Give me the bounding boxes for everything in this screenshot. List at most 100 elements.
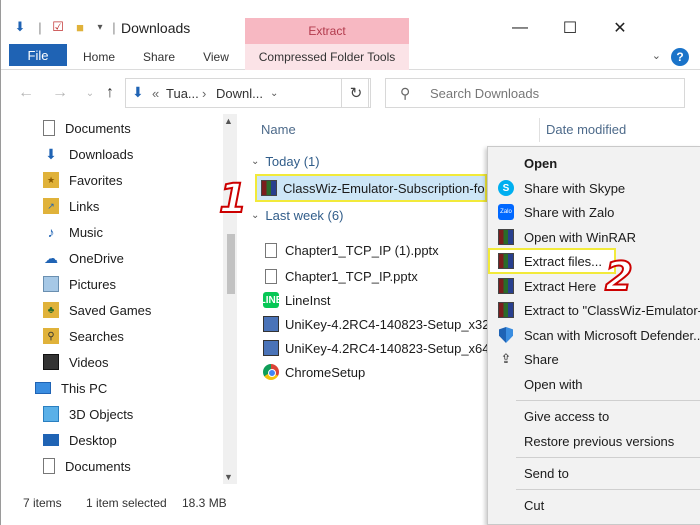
search-placeholder: Search Downloads — [430, 86, 540, 101]
tab-file[interactable]: File — [9, 44, 67, 66]
desktop-icon — [43, 434, 59, 446]
status-selection: 1 item selected — [86, 496, 167, 510]
group-header-last-week[interactable]: ⌄ Last week (6) — [251, 208, 343, 223]
address-field[interactable]: ⬇ « Tua... › Downl... ⌄ — [125, 78, 369, 108]
address-history-chevron-icon[interactable]: ⌄ — [270, 88, 278, 99]
refresh-icon: ↻ — [349, 85, 363, 102]
document-icon — [265, 242, 277, 258]
refresh-button[interactable]: ↻ — [341, 78, 371, 108]
collapse-chevron-icon: ⌄ — [251, 210, 260, 221]
menu-item-scan-defender[interactable]: Scan with Microsoft Defender... — [488, 323, 700, 347]
scroll-down-arrow-icon[interactable]: ▼ — [224, 472, 233, 482]
nav-item-3d-objects[interactable]: 3D Objects — [43, 402, 133, 426]
file-item[interactable]: UniKey-4.2RC4-140823-Setup_x64 — [263, 337, 490, 359]
help-icon[interactable]: ? — [671, 48, 689, 66]
ribbon-expand-chevron-icon[interactable]: ⌄ — [652, 49, 661, 62]
nav-item-this-pc[interactable]: This PC — [35, 376, 107, 400]
menu-item-open-with[interactable]: Open with — [488, 372, 700, 396]
scroll-up-arrow-icon[interactable]: ▲ — [224, 116, 233, 126]
menu-item-extract-to-folder[interactable]: Extract to "ClassWiz-Emulator- — [488, 298, 700, 322]
downloads-location-icon: ⬇ — [132, 84, 144, 100]
tab-home[interactable]: Home — [73, 44, 125, 70]
breadcrumb-user[interactable]: Tua... — [166, 86, 199, 101]
window-title: Downloads — [121, 20, 191, 36]
column-header-name[interactable]: Name — [261, 122, 296, 137]
nav-item-music[interactable]: ♪ Music — [43, 220, 103, 244]
tab-share[interactable]: Share — [133, 44, 185, 70]
contextual-tab-group-label: Extract — [245, 18, 409, 44]
recent-locations-chevron-icon[interactable]: ⌄ — [79, 82, 101, 104]
documents-icon — [43, 120, 55, 136]
tab-compressed-folder-tools[interactable]: Compressed Folder Tools — [245, 44, 409, 70]
nav-scrollbar[interactable] — [223, 114, 237, 484]
nav-item-saved-games[interactable]: ♣ Saved Games — [43, 298, 151, 322]
group-header-today[interactable]: ⌄ Today (1) — [251, 154, 320, 169]
skype-icon: S — [498, 180, 514, 196]
file-item[interactable]: Chapter1_TCP_IP (1).pptx — [263, 239, 439, 261]
chrome-icon — [263, 364, 279, 380]
saved-games-icon: ♣ — [43, 302, 59, 318]
search-box[interactable]: ⚲ Search Downloads — [385, 78, 685, 108]
file-item[interactable]: LINE LineInst — [260, 289, 331, 311]
breadcrumb-overflow[interactable]: « — [152, 86, 159, 101]
documents-icon — [43, 458, 55, 474]
column-header-date-modified[interactable]: Date modified — [546, 122, 626, 137]
menu-item-extract-here[interactable]: Extract Here — [488, 274, 700, 298]
winrar-icon — [498, 302, 514, 318]
minimize-button[interactable]: — — [507, 16, 533, 40]
menu-item-share[interactable]: ⇪ Share — [488, 347, 700, 371]
menu-item-open[interactable]: Open — [488, 151, 700, 175]
ribbon-tabs: File Home Share View Compressed Folder T… — [1, 44, 700, 70]
navigation-pane: Documents ⬇ Downloads ★ Favorites ↗ Links ♪… — [1, 114, 239, 484]
qat-separator-icon: | — [38, 19, 42, 35]
back-arrow-icon[interactable]: ← — [15, 82, 37, 104]
new-folder-icon[interactable]: ■ — [71, 18, 89, 36]
nav-item-favorites[interactable]: ★ Favorites — [43, 168, 122, 192]
winrar-icon — [498, 253, 514, 269]
up-arrow-icon[interactable]: ↑ — [99, 82, 121, 104]
line-app-icon: LINE — [260, 292, 282, 308]
forward-arrow-icon[interactable]: → — [49, 82, 71, 104]
file-item[interactable]: UniKey-4.2RC4-140823-Setup_x32 — [263, 313, 490, 335]
close-button[interactable]: ✕ — [607, 16, 633, 40]
menu-item-share-with-zalo[interactable]: Zalo Share with Zalo — [488, 200, 700, 224]
nav-item-searches[interactable]: ⚲ Searches — [43, 324, 124, 348]
winrar-archive-icon — [261, 180, 277, 196]
3d-objects-icon — [43, 406, 59, 422]
menu-item-restore-previous-versions[interactable]: Restore previous versions — [488, 429, 700, 453]
menu-item-send-to[interactable]: Send to — [488, 461, 700, 485]
tab-view[interactable]: View — [191, 44, 241, 70]
nav-item-documents-pc[interactable]: Documents — [43, 454, 131, 478]
nav-item-links[interactable]: ↗ Links — [43, 194, 99, 218]
download-arrow-icon: ⬇ — [45, 145, 57, 162]
menu-item-share-with-skype[interactable]: S Share with Skype — [488, 176, 700, 200]
breadcrumb-separator-icon: › — [202, 86, 207, 101]
breadcrumb-downloads[interactable]: Downl... — [216, 86, 263, 101]
menu-separator — [516, 457, 700, 458]
status-item-count: 7 items — [23, 496, 62, 510]
quick-access-down-arrow-icon[interactable]: ⬇ — [11, 18, 29, 36]
column-divider[interactable] — [539, 118, 540, 142]
defender-icon — [499, 327, 513, 343]
nav-item-onedrive[interactable]: ☁ OneDrive — [43, 246, 124, 270]
menu-item-give-access-to[interactable]: Give access to — [488, 404, 700, 428]
properties-checkbox-icon[interactable]: ☑ — [49, 18, 67, 36]
nav-item-desktop[interactable]: Desktop — [43, 428, 117, 452]
menu-item-cut[interactable]: Cut — [488, 493, 700, 517]
title-bar: ⬇ | ☑ ■ ▾ | Downloads Extract — ☐ ✕ — [1, 0, 700, 44]
onedrive-cloud-icon: ☁ — [44, 249, 58, 266]
nav-scrollbar-thumb[interactable] — [227, 234, 235, 294]
menu-item-open-with-winrar[interactable]: Open with WinRAR — [488, 225, 700, 249]
menu-item-extract-files[interactable]: Extract files... — [488, 248, 616, 274]
step-2-annotation: 2 — [604, 253, 634, 301]
file-item-selected[interactable]: ClassWiz-Emulator-Subscription-fo — [255, 174, 487, 202]
nav-item-documents[interactable]: Documents — [43, 116, 131, 140]
file-item[interactable]: Chapter1_TCP_IP.pptx — [263, 265, 418, 287]
file-item[interactable]: ChromeSetup — [263, 361, 365, 383]
nav-item-videos[interactable]: Videos — [43, 350, 109, 374]
maximize-button[interactable]: ☐ — [557, 16, 583, 40]
nav-item-pictures[interactable]: Pictures — [43, 272, 116, 296]
videos-icon — [43, 354, 59, 370]
nav-item-downloads[interactable]: ⬇ Downloads — [43, 142, 133, 166]
pictures-icon — [43, 276, 59, 292]
